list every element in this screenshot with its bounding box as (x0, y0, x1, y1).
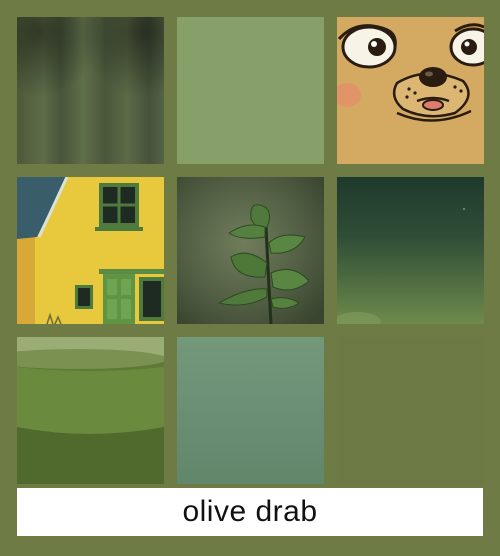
dark-green-gradient-tile (337, 177, 484, 324)
seafoam-swatch-tile (177, 337, 324, 484)
caption-text: olive drab (182, 495, 318, 528)
cartoon-dog-tile (337, 17, 484, 164)
house-icon (17, 177, 164, 324)
plant-tile (177, 177, 324, 324)
bowl-icon (17, 337, 164, 484)
fabric-tile (17, 17, 164, 164)
gradient-icon (337, 208, 465, 324)
leaf-icon (177, 177, 324, 324)
olive-swatch-tile (337, 337, 484, 484)
yellow-house-tile (17, 177, 164, 324)
caption-bar: olive drab (17, 488, 483, 536)
sage-swatch-tile (177, 17, 324, 164)
dog-face-icon (337, 17, 484, 164)
green-bowl-tile (17, 337, 164, 484)
